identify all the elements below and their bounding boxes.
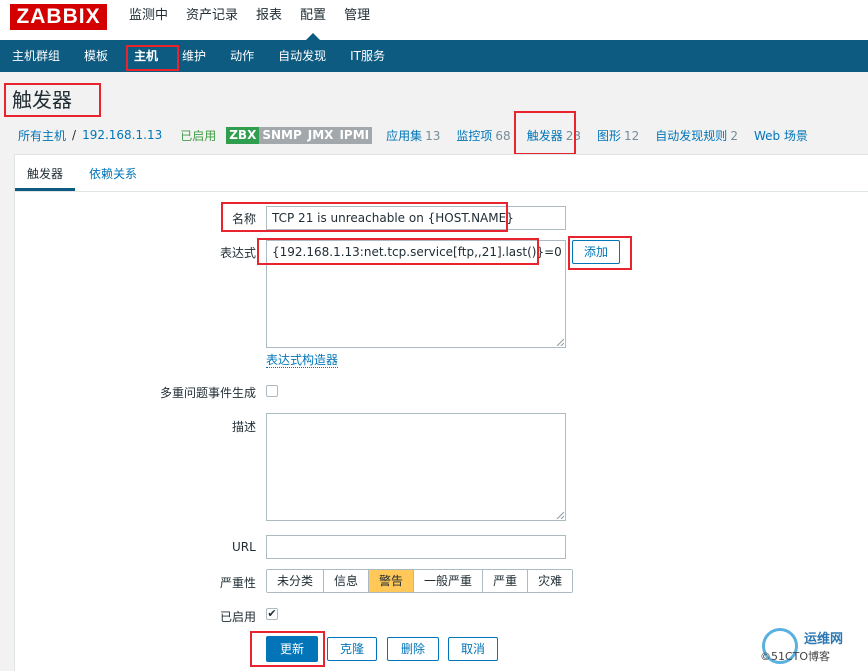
menu-administration[interactable]: 管理	[335, 0, 379, 40]
description-label: 描述	[232, 420, 257, 434]
menu-inventory[interactable]: 资产记录	[177, 0, 247, 40]
url-input[interactable]	[266, 535, 566, 559]
enabled-checkbox[interactable]: ✔	[266, 608, 278, 620]
multiple-events-checkbox[interactable]	[266, 385, 278, 397]
description-textarea[interactable]	[266, 413, 566, 521]
severity-high[interactable]: 严重	[482, 570, 528, 592]
tab-trigger[interactable]: 触发器	[27, 165, 63, 182]
url-label: URL	[232, 540, 256, 554]
delete-button[interactable]: 删除	[387, 637, 439, 661]
clone-button[interactable]: 克隆	[327, 637, 377, 661]
watermark-subtext: ©51CTO博客	[760, 650, 831, 663]
subnav-discovery[interactable]: 自动发现	[266, 40, 338, 72]
nav-graphs[interactable]: 图形 12	[597, 127, 639, 144]
badge-jmx: JMX	[304, 126, 337, 144]
subnav-actions[interactable]: 动作	[218, 40, 266, 72]
zabbix-logo[interactable]: ZABBIX	[10, 4, 107, 30]
highlight-expression	[257, 238, 539, 265]
menu-configuration[interactable]: 配置	[291, 0, 335, 40]
nav-web-scenarios[interactable]: Web 场景	[754, 127, 814, 144]
nav-applications[interactable]: 应用集 13	[386, 127, 440, 144]
top-bar: ZABBIX 监测中 资产记录 报表 配置 管理	[0, 0, 868, 40]
watermark-text: 运维网	[804, 632, 844, 647]
severity-warning[interactable]: 警告	[368, 570, 414, 592]
site-watermark: 运维网 ©51CTO博客	[758, 624, 868, 671]
form-tabs: 触发器 依赖关系	[15, 155, 868, 192]
highlight-page-title	[4, 83, 101, 117]
severity-not-classified[interactable]: 未分类	[267, 570, 324, 592]
menu-monitoring[interactable]: 监测中	[120, 0, 177, 40]
menu-reports[interactable]: 报表	[247, 0, 291, 40]
subnav-it-services[interactable]: IT服务	[338, 40, 397, 72]
severity-information[interactable]: 信息	[323, 570, 369, 592]
highlight-name	[221, 202, 508, 232]
host-status[interactable]: 已启用	[180, 127, 216, 144]
breadcrumb-separator: /	[72, 128, 77, 142]
cancel-button[interactable]: 取消	[448, 637, 498, 661]
badge-ipmi: IPMI	[336, 126, 373, 144]
subnav-host-groups[interactable]: 主机群组	[0, 40, 72, 72]
breadcrumb-all-hosts[interactable]: 所有主机	[18, 127, 66, 144]
nav-items[interactable]: 监控项 68	[456, 127, 510, 144]
availability-badges: ZBX SNMP JMX IPMI	[226, 126, 373, 144]
highlight-subnav-hosts	[126, 45, 179, 71]
severity-label: 严重性	[220, 576, 257, 590]
highlight-add-button	[568, 236, 632, 270]
nav-discovery-rules[interactable]: 自动发现规则 2	[655, 127, 738, 144]
host-nav: 所有主机 / 192.168.1.13 已启用 ZBX SNMP JMX IPM…	[18, 124, 830, 146]
expression-builder-link[interactable]: 表达式构造器	[266, 353, 339, 368]
resize-handle-icon[interactable]	[556, 338, 564, 346]
expression-label: 表达式	[220, 246, 257, 260]
tab-active-indicator	[15, 188, 75, 191]
multiple-events-label: 多重问题事件生成	[160, 386, 257, 400]
breadcrumb-host[interactable]: 192.168.1.13	[82, 128, 162, 142]
severity-selector: 未分类 信息 警告 一般严重 严重 灾难	[266, 569, 574, 593]
tab-dependencies[interactable]: 依赖关系	[89, 165, 137, 182]
enabled-label: 已启用	[220, 610, 257, 624]
subnav-templates[interactable]: 模板	[72, 40, 120, 72]
severity-average[interactable]: 一般严重	[413, 570, 483, 592]
resize-handle-icon[interactable]	[556, 511, 564, 519]
badge-snmp: SNMP	[259, 126, 305, 144]
highlight-nav-triggers	[514, 111, 576, 155]
highlight-update-button	[250, 631, 325, 667]
badge-zbx: ZBX	[226, 126, 260, 144]
top-menu: 监测中 资产记录 报表 配置 管理	[120, 0, 379, 40]
severity-disaster[interactable]: 灾难	[527, 570, 573, 592]
